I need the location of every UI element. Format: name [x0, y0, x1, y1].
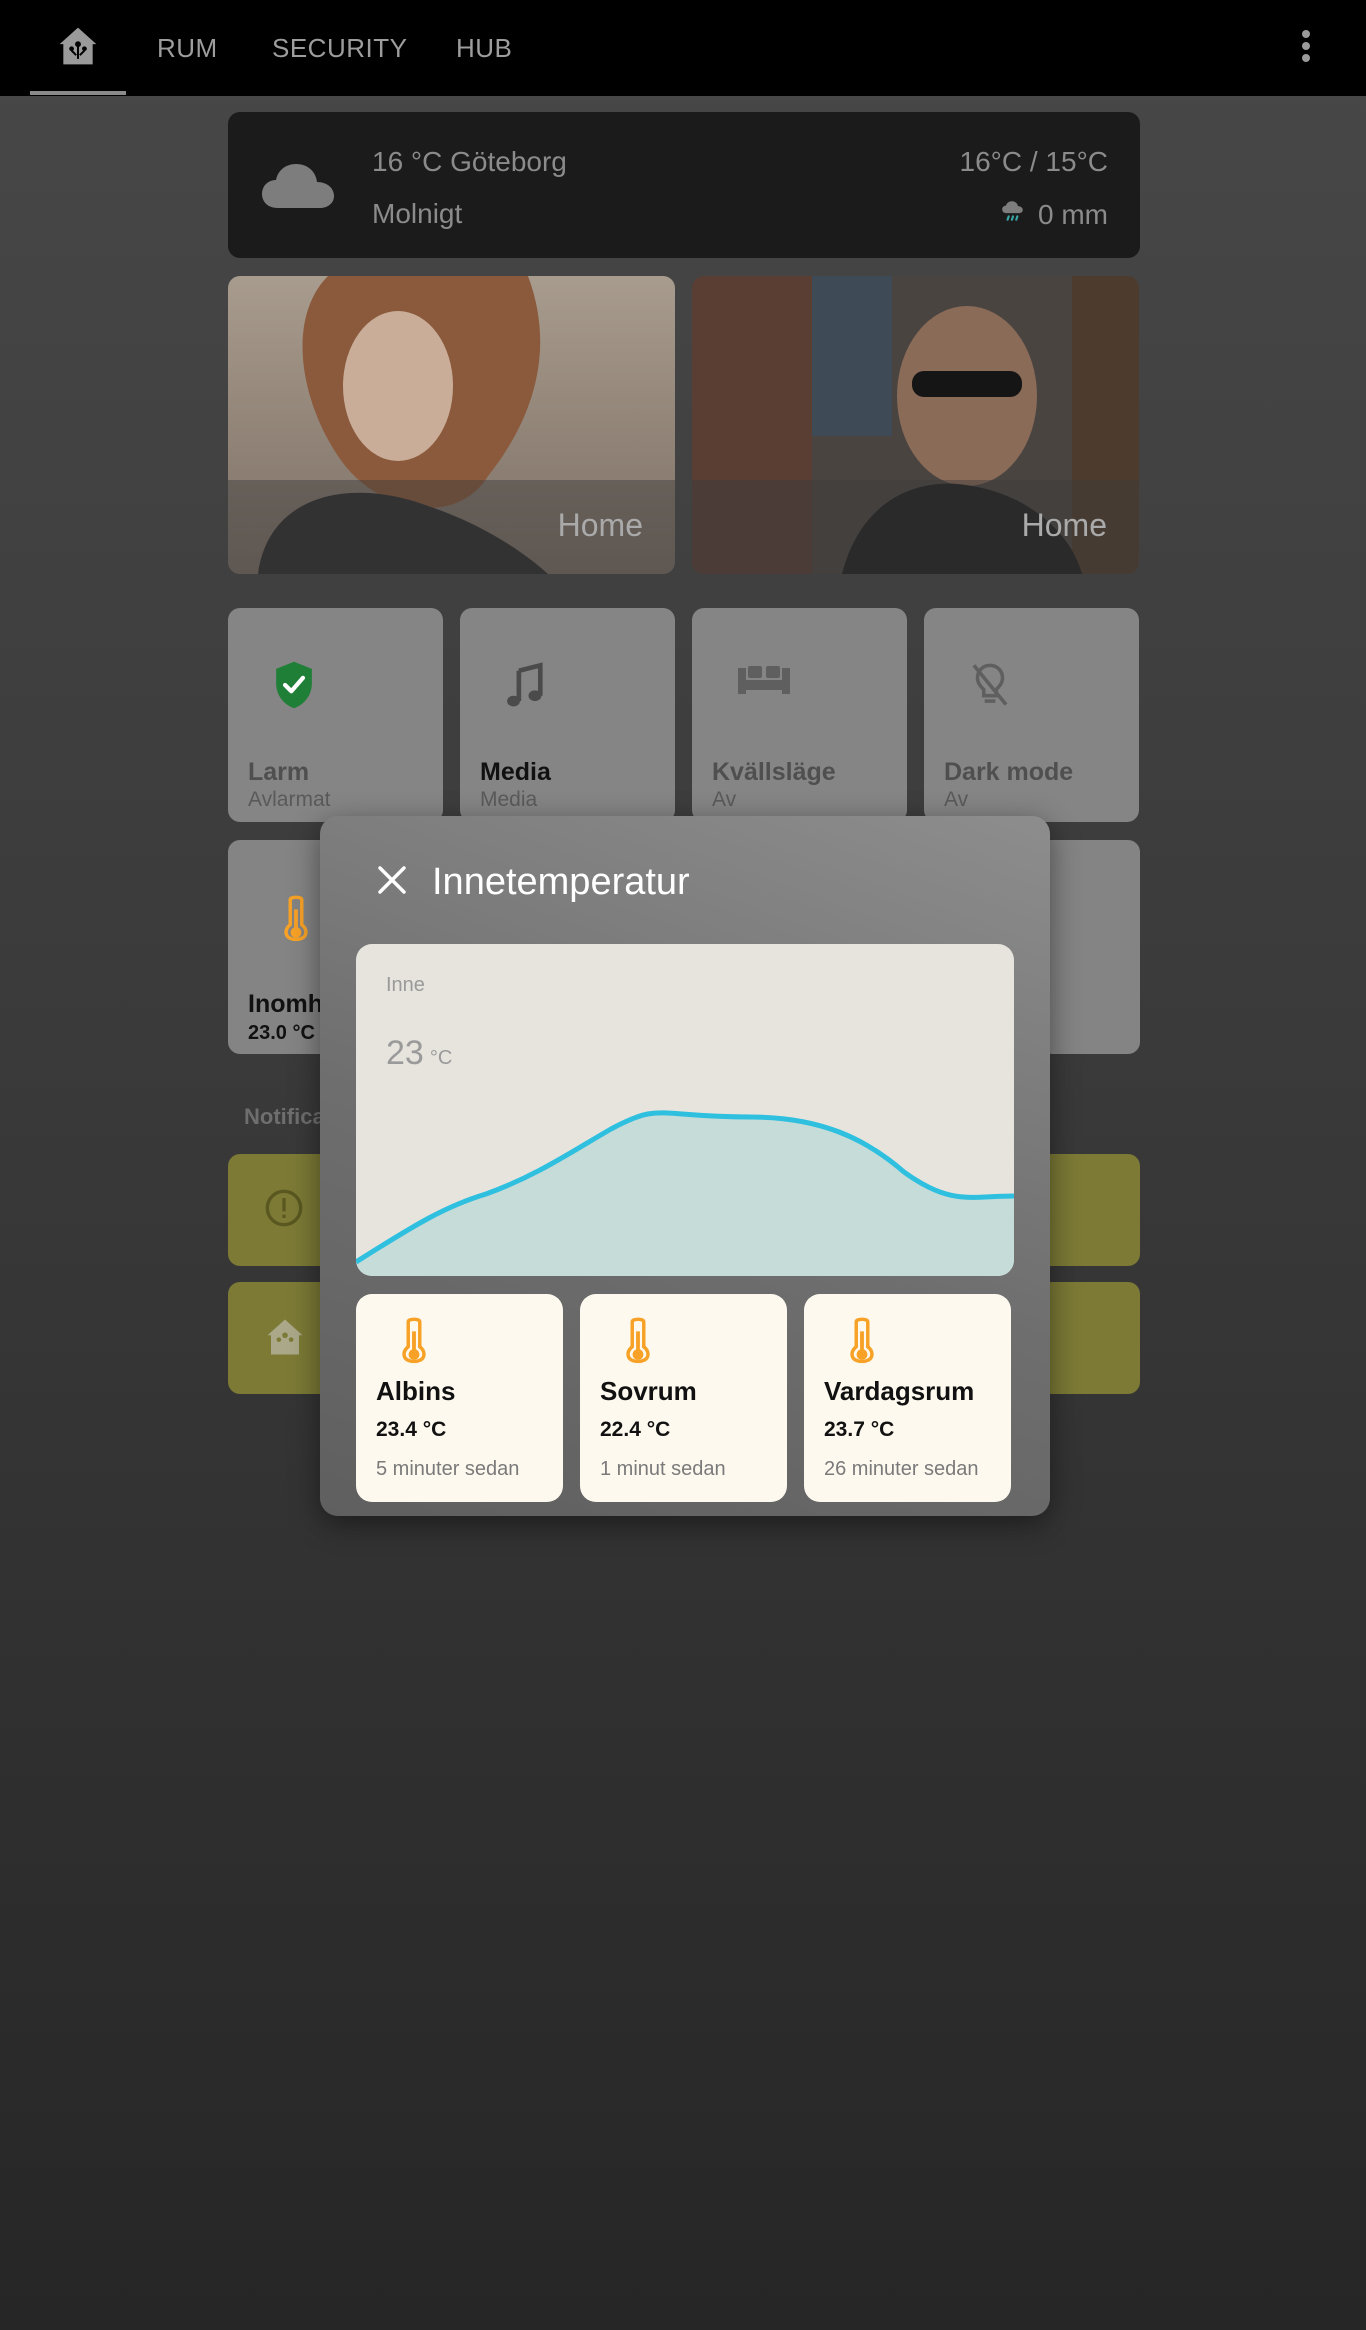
more-vertical-icon — [1300, 28, 1312, 69]
top-app-bar: RUM SECURITY HUB — [0, 0, 1366, 96]
sensor-name: Sovrum — [600, 1376, 697, 1406]
home-assistant-icon — [264, 1316, 306, 1363]
sensor-last-updated: 26 minuter sedan — [824, 1458, 979, 1480]
graph-value: 23 °C — [386, 1034, 452, 1073]
person-state-1: Home — [557, 507, 643, 543]
rain-cloud-icon — [1000, 198, 1026, 231]
button-state: Av — [712, 788, 737, 811]
dialog-title: Innetemperatur — [432, 861, 690, 903]
sensor-value: 23.7 °C — [824, 1418, 895, 1441]
active-tab-indicator — [30, 91, 126, 95]
person-state-2: Home — [1021, 507, 1107, 543]
home-assistant-icon — [56, 24, 100, 73]
weather-precipitation: 0 mm — [1000, 198, 1108, 231]
sensor-name: Inomh — [248, 990, 323, 1018]
sofa-icon — [736, 660, 792, 705]
close-icon — [376, 864, 408, 901]
sensor-last-updated: 5 minuter sedan — [376, 1458, 520, 1480]
button-name: Larm — [248, 758, 310, 786]
graph-value-number: 23 — [386, 1034, 424, 1072]
button-card-kvallslage[interactable]: Kvällsläge Av — [692, 608, 907, 822]
graph-name: Inne — [386, 974, 425, 996]
thermometer-icon — [624, 1316, 652, 1371]
sensor-last-updated: 1 minut sedan — [600, 1458, 726, 1480]
notifications-title: Notifica — [244, 1104, 325, 1129]
tab-hub[interactable]: HUB — [456, 0, 512, 96]
weather-condition: Molnigt — [372, 198, 463, 229]
person-card-1[interactable]: Home — [228, 276, 675, 574]
tab-security[interactable]: SECURITY — [272, 0, 407, 96]
graph-value-unit: °C — [429, 1047, 453, 1069]
button-state: Avlarmat — [248, 788, 331, 811]
overflow-menu-button[interactable] — [1286, 24, 1326, 72]
sensor-name: Albins — [376, 1376, 456, 1406]
thermometer-icon — [848, 1316, 876, 1371]
sensor-name: Vardagsrum — [824, 1376, 975, 1406]
person-card-2[interactable]: Home — [692, 276, 1139, 574]
sensor-value: 23.0 °C — [248, 1022, 315, 1044]
sensor-card-albins[interactable]: Albins 23.4 °C 5 minuter sedan — [356, 1294, 563, 1502]
sensor-card-right[interactable] — [1040, 840, 1140, 1054]
temperature-graph — [356, 1110, 1014, 1276]
music-note-icon — [504, 660, 548, 715]
button-state: Media — [480, 788, 538, 811]
lightbulb-off-icon — [968, 660, 1012, 715]
button-name: Kvällsläge — [712, 758, 836, 786]
button-card-media[interactable]: Media Media — [460, 608, 675, 822]
sensor-value: 23.4 °C — [376, 1418, 447, 1441]
weather-card[interactable]: 16 °C Göteborg Molnigt 16°C / 15°C 0 mm — [228, 112, 1140, 258]
weather-high-low: 16°C / 15°C — [959, 146, 1108, 177]
button-state: Av — [944, 788, 969, 811]
sensor-value: 22.4 °C — [600, 1418, 671, 1441]
button-name: Media — [480, 758, 551, 786]
button-card-larm[interactable]: Larm Avlarmat — [228, 608, 443, 822]
sensor-card-vardagsrum[interactable]: Vardagsrum 23.7 °C 26 minuter sedan — [804, 1294, 1011, 1502]
cloud-icon — [260, 160, 336, 215]
button-card-dark-mode[interactable]: Dark mode Av — [924, 608, 1139, 822]
tab-rum[interactable]: RUM — [157, 0, 218, 96]
weather-temperature-location: 16 °C Göteborg — [372, 146, 567, 177]
precipitation-value: 0 mm — [1038, 198, 1108, 230]
innetemperatur-dialog: Innetemperatur Inne 23 °C Albins 23.4 °C … — [320, 816, 1050, 1516]
alert-circle-icon — [264, 1188, 304, 1233]
close-button[interactable] — [370, 860, 414, 904]
shield-check-icon — [272, 660, 316, 715]
sensor-card-sovrum[interactable]: Sovrum 22.4 °C 1 minut sedan — [580, 1294, 787, 1502]
thermometer-icon — [400, 1316, 428, 1371]
button-name: Dark mode — [944, 758, 1074, 786]
tab-home[interactable] — [30, 0, 126, 96]
thermometer-icon — [282, 894, 310, 949]
temperature-graph-card[interactable]: Inne 23 °C — [356, 944, 1014, 1276]
